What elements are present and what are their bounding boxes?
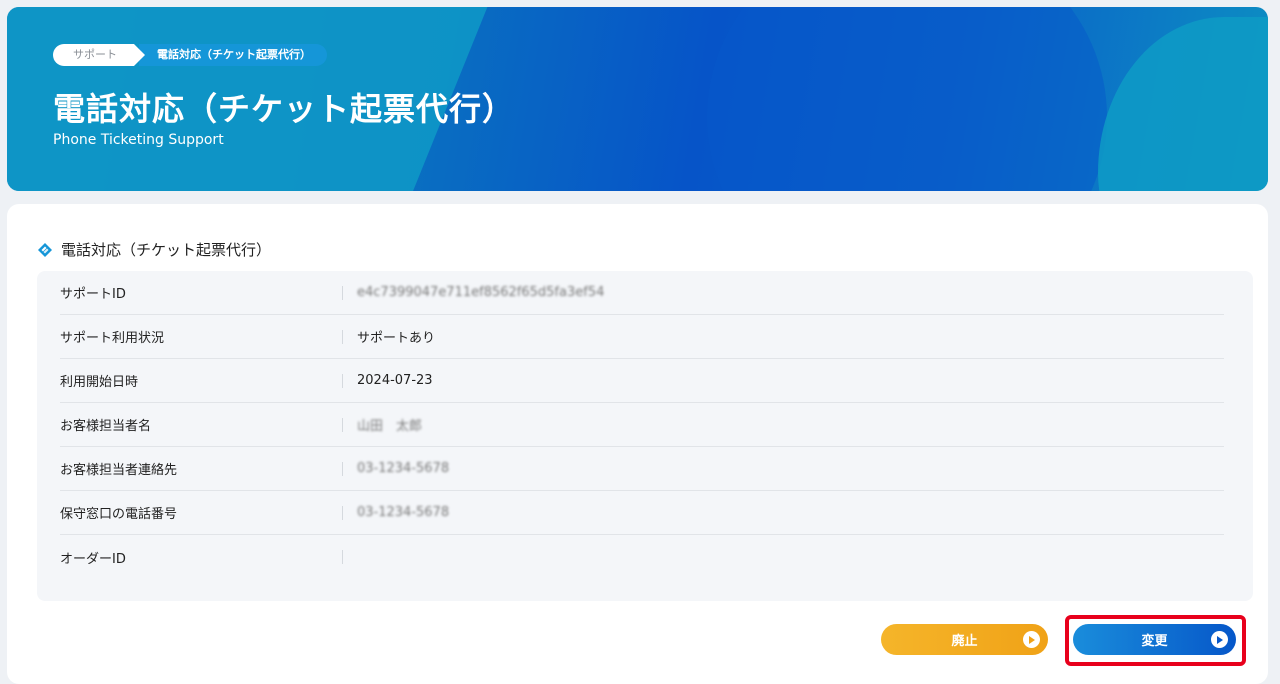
detail-label: オーダーID: [60, 551, 126, 567]
page-subtitle: Phone Ticketing Support: [53, 132, 224, 148]
detail-label: 保守窓口の電話番号: [60, 507, 178, 522]
breadcrumb-item-support[interactable]: サポート: [53, 44, 145, 66]
column-divider: [342, 550, 343, 564]
play-arrow-icon: [1211, 631, 1228, 648]
column-divider: [342, 373, 343, 388]
detail-value: e4c7399047e711ef8562f65d5fa3ef54: [357, 285, 605, 300]
discard-button-label: 廃止: [951, 634, 978, 649]
banner-decoration: [1098, 17, 1268, 191]
play-arrow-icon: [1023, 631, 1040, 648]
details-table: サポートID e4c7399047e711ef8562f65d5fa3ef54 …: [37, 271, 1253, 601]
detail-label: お客様担当者連絡先: [60, 463, 178, 478]
page-header-banner: サポート 電話対応（チケット起票代行） 電話対応（チケット起票代行） Phone…: [7, 7, 1268, 191]
detail-label: サポートID: [60, 287, 126, 302]
column-divider: [342, 461, 343, 476]
column-divider: [342, 417, 343, 432]
breadcrumb: サポート 電話対応（チケット起票代行）: [53, 44, 327, 66]
detail-value: 2024-07-23: [357, 373, 433, 388]
detail-label: お客様担当者名: [60, 419, 152, 434]
detail-value: 03-1234-5678: [357, 505, 450, 520]
detail-value: 03-1234-5678: [357, 461, 450, 476]
detail-value: サポートあり: [357, 331, 436, 346]
detail-row-start-date: 利用開始日時 2024-07-23: [60, 359, 1224, 403]
detail-row-order-id: オーダーID: [60, 535, 1224, 579]
breadcrumb-item-current: 電話対応（チケット起票代行）: [139, 44, 327, 66]
detail-row-support-status: サポート利用状況 サポートあり: [60, 315, 1224, 359]
banner-decoration: [707, 7, 1107, 191]
page-title: 電話対応（チケット起票代行）: [53, 90, 516, 128]
column-divider: [342, 505, 343, 520]
detail-row-support-id: サポートID e4c7399047e711ef8562f65d5fa3ef54: [60, 271, 1224, 315]
column-divider: [342, 329, 343, 344]
detail-value: 山田 太郎: [357, 419, 423, 434]
detail-row-customer-contact-phone: お客様担当者連絡先 03-1234-5678: [60, 447, 1224, 491]
change-button-label: 変更: [1141, 634, 1168, 649]
detail-card: 電話対応（チケット起票代行） サポートID e4c7399047e711ef85…: [7, 204, 1268, 684]
discard-button[interactable]: 廃止: [881, 624, 1048, 655]
column-divider: [342, 285, 343, 300]
detail-label: 利用開始日時: [60, 375, 139, 390]
detail-label: サポート利用状況: [60, 331, 165, 346]
detail-row-maintenance-phone: 保守窓口の電話番号 03-1234-5678: [60, 491, 1224, 535]
section-header: 電話対応（チケット起票代行）: [37, 239, 271, 260]
section-title: 電話対応（チケット起票代行）: [61, 241, 272, 259]
detail-row-customer-contact-name: お客様担当者名 山田 太郎: [60, 403, 1224, 447]
change-button[interactable]: 変更: [1073, 624, 1236, 655]
diamond-logo-icon: [38, 242, 52, 257]
